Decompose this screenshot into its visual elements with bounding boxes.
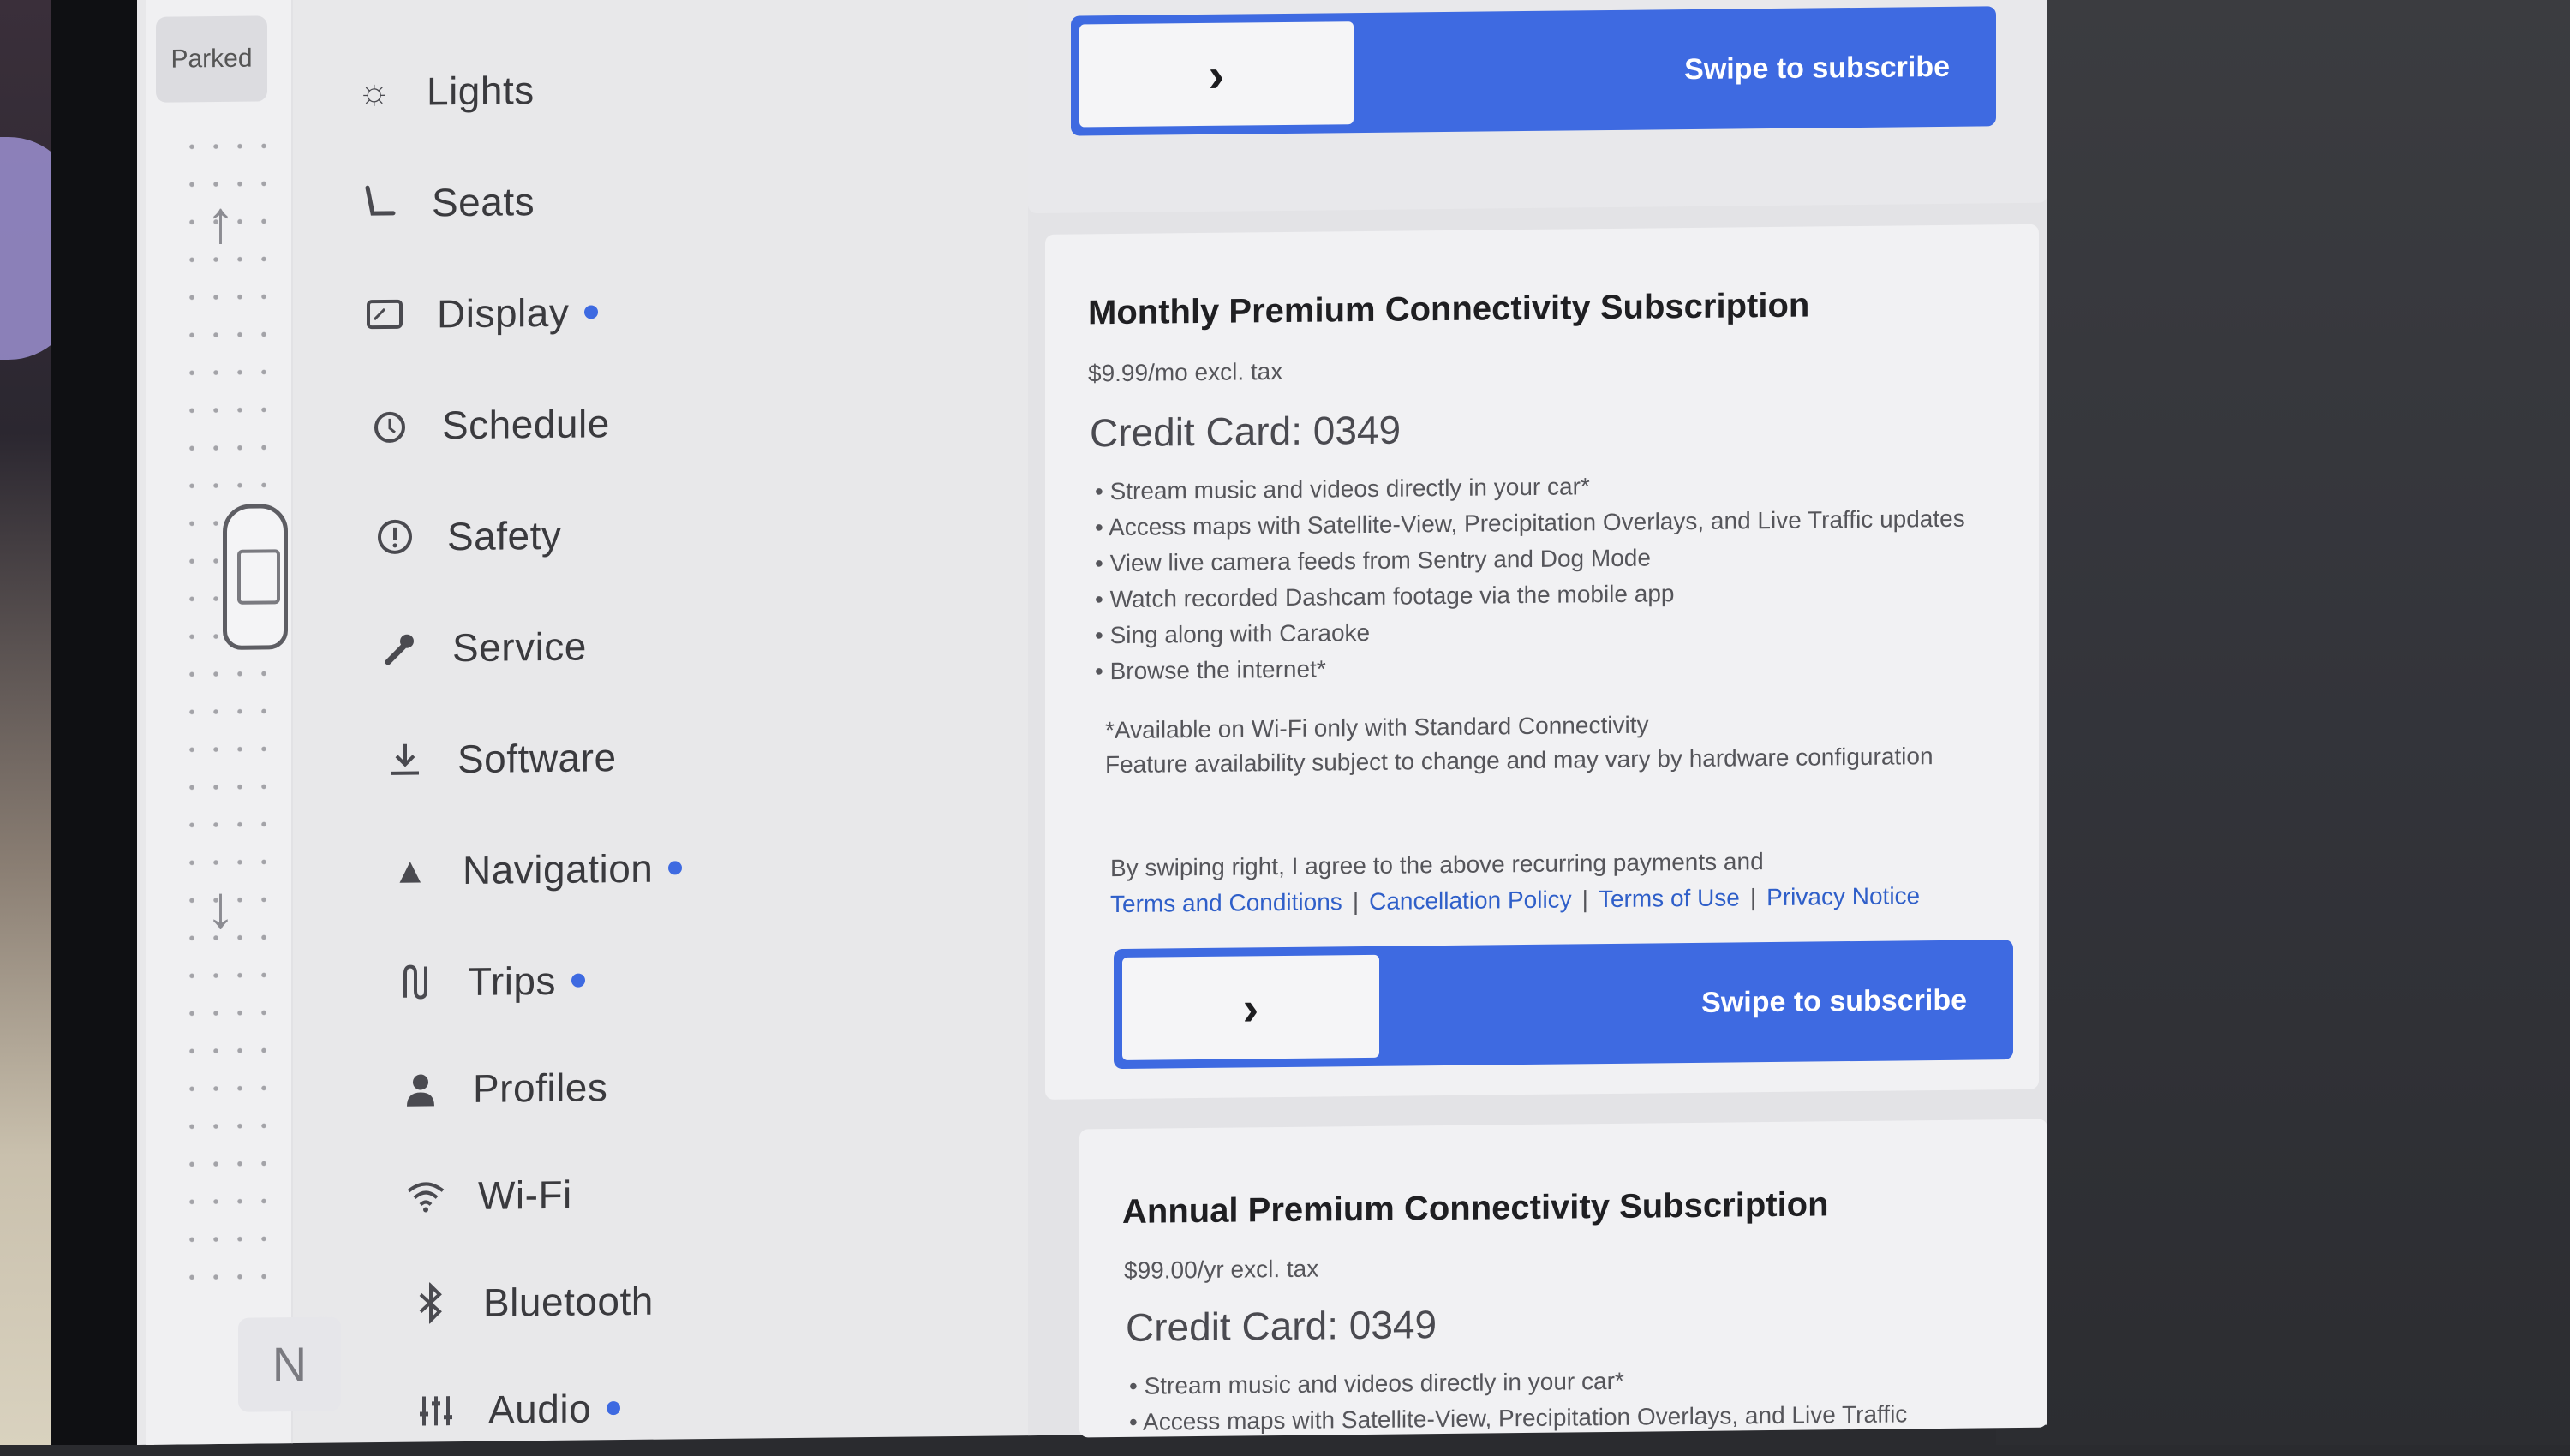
wrench-icon: [377, 625, 423, 672]
wifi-icon: [403, 1173, 449, 1220]
gear-indicator[interactable]: N: [238, 1316, 341, 1412]
monthly-price: $9.99/mo excl. tax: [1088, 357, 1283, 387]
car-icon[interactable]: [223, 504, 288, 650]
menu-item-audio[interactable]: Audio: [413, 1365, 621, 1453]
menu-item-wifi[interactable]: Wi-Fi: [403, 1152, 572, 1239]
trips-icon: [392, 958, 439, 1005]
notification-dot: [668, 861, 683, 875]
arrow-up-icon[interactable]: ↑: [206, 188, 236, 256]
audio-icon: [413, 1387, 459, 1434]
alert-icon: [372, 514, 418, 561]
terms-of-use-link[interactable]: Terms of Use: [1599, 884, 1740, 912]
notification-dot: [571, 973, 586, 988]
screen-bezel: [51, 0, 146, 1445]
swipe-to-subscribe-slider[interactable]: › Swipe to subscribe: [1114, 940, 2013, 1070]
annual-features: Stream music and videos directly in your…: [1129, 1359, 2020, 1441]
menu-item-safety[interactable]: Safety: [372, 492, 561, 580]
notification-dot: [584, 305, 599, 319]
navigation-icon: ▲: [391, 850, 429, 891]
menu-label: Service: [452, 624, 587, 671]
dotted-track: [180, 127, 274, 1285]
settings-menu: ☼ Lights Seats Display Schedule Safety S…: [351, 25, 1002, 1432]
menu-label: Lights: [427, 68, 535, 114]
menu-label: Trips: [468, 958, 557, 1004]
download-icon: [382, 736, 428, 783]
touchscreen: Parked ↑ ↓ N ☼ Lights Seats Display Sche…: [137, 0, 2047, 1445]
menu-label: Seats: [432, 179, 535, 225]
display-icon: [362, 291, 408, 338]
monthly-title: Monthly Premium Connectivity Subscriptio…: [1088, 286, 1810, 332]
chevron-right-icon[interactable]: ›: [1079, 21, 1354, 128]
swipe-to-subscribe-slider[interactable]: › Swipe to subscribe: [1071, 6, 1996, 136]
monthly-features: Stream music and videos directly in your…: [1095, 465, 1969, 690]
swipe-label: Swipe to subscribe: [1701, 983, 1967, 1019]
seat-icon: [356, 180, 403, 227]
menu-item-schedule[interactable]: Schedule: [367, 380, 610, 468]
menu-item-seats[interactable]: Seats: [356, 158, 535, 246]
menu-item-profiles[interactable]: Profiles: [397, 1044, 607, 1132]
menu-item-navigation[interactable]: ▲ Navigation: [387, 825, 683, 914]
menu-item-bluetooth[interactable]: Bluetooth: [408, 1258, 654, 1346]
menu-item-display[interactable]: Display: [362, 269, 599, 357]
menu-item-lights[interactable]: ☼ Lights: [351, 47, 535, 134]
link-separator: |: [1581, 886, 1588, 913]
menu-label: Schedule: [442, 401, 610, 448]
menu-item-trips[interactable]: Trips: [392, 938, 586, 1025]
schedule-icon: [367, 403, 413, 450]
menu-label: Bluetooth: [483, 1278, 654, 1325]
availability-note: *Available on Wi-Fi only with Standard C…: [1105, 704, 2005, 782]
cancellation-policy-link[interactable]: Cancellation Policy: [1369, 886, 1572, 914]
menu-label: Profiles: [473, 1065, 608, 1111]
arrow-down-icon[interactable]: ↓: [206, 873, 236, 941]
monthly-credit-card: Credit Card: 0349: [1090, 407, 1402, 456]
terms-and-conditions-link[interactable]: Terms and Conditions: [1110, 888, 1342, 917]
annual-price: $99.00/yr excl. tax: [1124, 1255, 1319, 1284]
annual-credit-card: Credit Card: 0349: [1126, 1302, 1437, 1350]
link-separator: |: [1749, 884, 1757, 911]
profile-icon: [397, 1065, 444, 1113]
notification-dot: [607, 1401, 621, 1416]
parked-indicator: Parked: [156, 15, 267, 103]
menu-label: Display: [437, 289, 570, 337]
menu-label: Software: [457, 735, 617, 782]
sun-icon: ☼: [357, 70, 391, 112]
privacy-notice-link[interactable]: Privacy Notice: [1766, 882, 1920, 910]
menu-label: Wi-Fi: [478, 1172, 572, 1218]
link-separator: |: [1352, 888, 1360, 916]
subscription-panel: › Swipe to subscribe Monthly Premium Con…: [1028, 0, 2047, 1438]
chevron-right-icon[interactable]: ›: [1122, 954, 1379, 1060]
annual-title: Annual Premium Connectivity Subscription: [1122, 1185, 1829, 1231]
right-background: [1996, 0, 2570, 1445]
menu-item-service[interactable]: Service: [377, 604, 587, 692]
menu-item-software[interactable]: Software: [382, 714, 617, 803]
menu-label: Navigation: [463, 845, 654, 893]
menu-label: Audio: [488, 1386, 592, 1432]
swipe-label: Swipe to subscribe: [1684, 50, 1950, 87]
menu-label: Safety: [447, 512, 562, 559]
drive-status-strip: Parked ↑ ↓: [146, 0, 293, 1445]
bluetooth-icon: [408, 1280, 454, 1327]
